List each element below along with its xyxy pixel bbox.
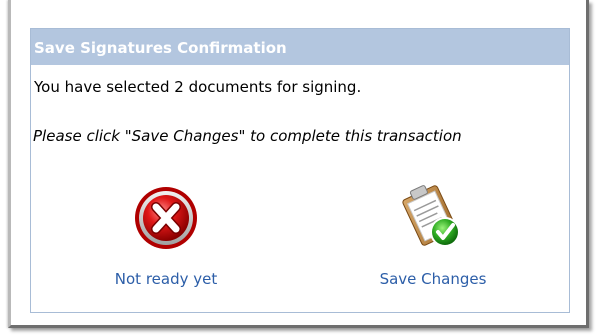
page: Save Signatures Confirmation You have se… bbox=[0, 0, 596, 335]
red-x-icon[interactable] bbox=[131, 182, 201, 252]
dialog-title: Save Signatures Confirmation bbox=[31, 29, 569, 65]
clipboard-check-icon[interactable] bbox=[393, 182, 473, 252]
instruction-text: Please click "Save Changes" to complete … bbox=[33, 127, 462, 145]
not-ready-label[interactable]: Not ready yet bbox=[76, 270, 256, 288]
not-ready-button[interactable]: Not ready yet bbox=[76, 182, 256, 288]
save-changes-label[interactable]: Save Changes bbox=[343, 270, 523, 288]
save-changes-button[interactable]: Save Changes bbox=[343, 182, 523, 288]
confirmation-dialog: Save Signatures Confirmation You have se… bbox=[30, 28, 570, 313]
selection-message: You have selected 2 documents for signin… bbox=[34, 78, 362, 96]
